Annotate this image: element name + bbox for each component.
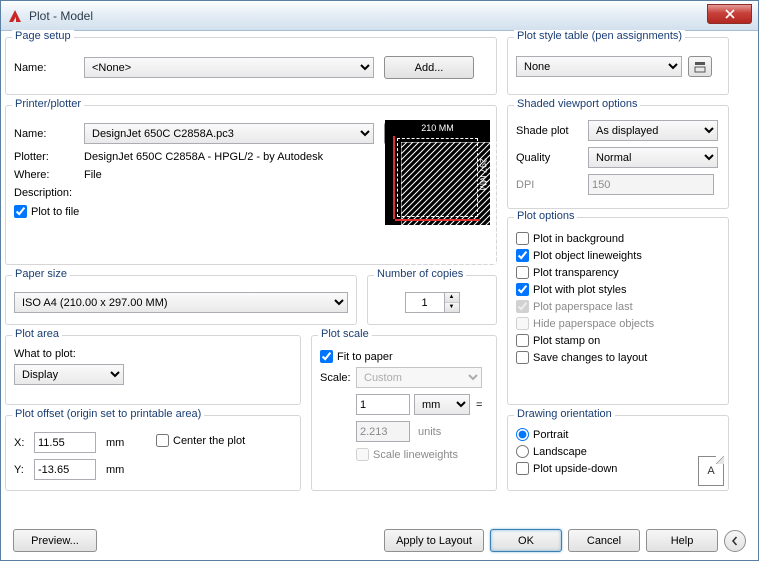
group-title: Plot area (12, 328, 62, 340)
group-plot-area: Plot area What to plot: Display (5, 335, 301, 405)
orientation-icon: A (698, 456, 724, 486)
group-title: Paper size (12, 268, 70, 280)
group-title: Drawing orientation (514, 408, 615, 420)
hide-paperspace-checkbox: Hide paperspace objects (516, 317, 720, 330)
plot-background-checkbox[interactable]: Plot in background (516, 232, 720, 245)
plot-stamp-checkbox[interactable]: Plot stamp on (516, 334, 720, 347)
plot-style-edit-button[interactable] (688, 56, 712, 77)
help-button[interactable]: Help (646, 529, 718, 552)
printer-name-label: Name: (14, 128, 84, 140)
x-input[interactable] (34, 432, 96, 453)
add-button[interactable]: Add... (384, 56, 474, 79)
scale-select: Custom (356, 367, 482, 388)
group-paper-size: Paper size ISO A4 (210.00 x 297.00 MM) (5, 275, 357, 325)
plotter-value: DesignJet 650C C2858A - HPGL/2 - by Auto… (84, 151, 323, 163)
page-name-label: Name: (14, 62, 84, 74)
group-plot-scale: Plot scale Fit to paper Scale: Custom mm… (311, 335, 497, 491)
preview-button[interactable]: Preview... (13, 529, 97, 552)
units-label: units (418, 426, 441, 438)
shade-plot-label: Shade plot (516, 125, 588, 137)
description-label: Description: (14, 187, 84, 199)
shade-plot-select[interactable]: As displayed (588, 120, 718, 141)
group-plot-offset: Plot offset (origin set to printable are… (5, 415, 301, 491)
preview-paper-outline (397, 138, 478, 217)
printer-name-select[interactable]: DesignJet 650C C2858A.pc3 (84, 123, 374, 144)
titlebar: Plot - Model (1, 1, 758, 31)
scale-unit-select[interactable]: mm (414, 394, 470, 415)
scale-numerator-input[interactable] (356, 394, 410, 415)
paperspace-last-checkbox: Plot paperspace last (516, 300, 720, 313)
center-plot-checkbox[interactable]: Center the plot (156, 434, 245, 447)
group-printer: Printer/plotter Name: DesignJet 650C C28… (5, 105, 497, 265)
scale-lineweights-checkbox: Scale lineweights (356, 448, 488, 461)
group-plot-options: Plot options Plot in background Plot obj… (507, 217, 729, 405)
plotter-label: Plotter: (14, 151, 84, 163)
group-title: Plot scale (318, 328, 372, 340)
what-to-plot-select[interactable]: Display (14, 364, 124, 385)
paper-size-select[interactable]: ISO A4 (210.00 x 297.00 MM) (14, 292, 348, 313)
group-title: Plot style table (pen assignments) (514, 30, 685, 42)
group-title: Shaded viewport options (514, 98, 640, 110)
spinner-down-icon[interactable]: ▼ (445, 303, 459, 312)
copies-input[interactable] (405, 292, 445, 313)
portrait-radio[interactable]: Portrait (516, 428, 720, 441)
collapse-button[interactable] (724, 530, 746, 552)
plot-to-file-input[interactable] (14, 205, 27, 218)
x-label: X: (14, 437, 34, 449)
scale-units-input (356, 421, 410, 442)
plot-lineweights-checkbox[interactable]: Plot object lineweights (516, 249, 720, 262)
where-value: File (84, 169, 102, 181)
app-icon (7, 8, 23, 24)
preview-red-v (393, 136, 395, 219)
close-button[interactable] (707, 4, 752, 24)
page-name-select[interactable]: <None> (84, 57, 374, 78)
y-unit: mm (106, 464, 124, 476)
fit-to-paper-checkbox[interactable]: Fit to paper (320, 350, 488, 363)
quality-label: Quality (516, 152, 588, 164)
group-title: Plot offset (origin set to printable are… (12, 408, 204, 420)
preview-width: 210 MM (385, 123, 490, 133)
copies-spinner[interactable]: ▲▼ (445, 292, 460, 313)
group-page-setup: Page setup Name: <None> Add... (5, 37, 497, 95)
apply-button[interactable]: Apply to Layout (384, 529, 484, 552)
x-unit: mm (106, 437, 146, 449)
equals-label: = (476, 399, 482, 411)
group-title: Printer/plotter (12, 98, 84, 110)
y-label: Y: (14, 464, 34, 476)
paper-preview: 210 MM 297 MM (385, 120, 490, 225)
plot-transparency-checkbox[interactable]: Plot transparency (516, 266, 720, 279)
what-to-plot-label: What to plot: (14, 348, 292, 360)
group-title: Plot options (514, 210, 577, 222)
button-bar: Preview... Apply to Layout OK Cancel Hel… (13, 529, 746, 552)
plot-styles-checkbox[interactable]: Plot with plot styles (516, 283, 720, 296)
y-input[interactable] (34, 459, 96, 480)
group-title: Page setup (12, 30, 74, 42)
spinner-up-icon[interactable]: ▲ (445, 293, 459, 303)
group-shaded-viewport: Shaded viewport options Shade plot As di… (507, 105, 729, 209)
dialog-body: Page setup Name: <None> Add... Plot styl… (1, 31, 758, 560)
group-title: Number of copies (374, 268, 466, 280)
save-changes-checkbox[interactable]: Save changes to layout (516, 351, 720, 364)
chevron-left-icon (730, 536, 740, 546)
landscape-radio[interactable]: Landscape (516, 445, 720, 458)
cancel-button[interactable]: Cancel (568, 529, 640, 552)
preview-red-h (395, 219, 480, 221)
group-orientation: Drawing orientation Portrait Landscape P… (507, 415, 729, 491)
quality-select[interactable]: Normal (588, 147, 718, 168)
where-label: Where: (14, 169, 84, 181)
group-copies: Number of copies ▲▼ (367, 275, 497, 325)
dpi-input (588, 174, 714, 195)
window-title: Plot - Model (29, 9, 707, 23)
ok-button[interactable]: OK (490, 529, 562, 552)
plot-dialog: Plot - Model Page setup Name: <None> Add… (0, 0, 759, 561)
dpi-label: DPI (516, 179, 588, 191)
scale-label: Scale: (320, 372, 356, 384)
group-plot-style: Plot style table (pen assignments) None (507, 37, 729, 95)
upside-down-checkbox[interactable]: Plot upside-down (516, 462, 720, 475)
plot-style-select[interactable]: None (516, 56, 682, 77)
